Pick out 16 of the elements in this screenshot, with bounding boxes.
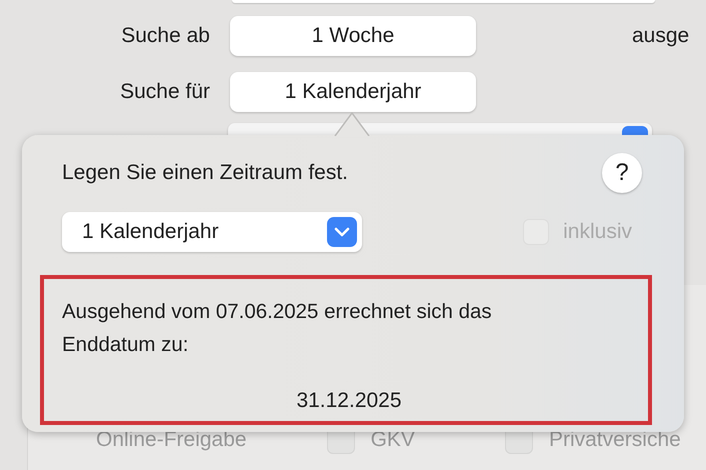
field-label: Suche für [119,80,210,104]
checkbox-label: Privatversiche [548,428,681,452]
popover-title: Legen Sie einen Zeitraum fest. [62,161,348,185]
field-label: Suche ab [120,24,210,48]
result-text: Ausgehend vom 07.06.2025 errechnet sich das Enddatum zu: [62,299,493,358]
option-label: Online-Freigabe [96,428,247,452]
chevron-down-icon [327,217,357,247]
checkbox-label: GKV [370,428,415,452]
popover-arrow [334,112,370,136]
help-button[interactable]: ? [602,153,642,193]
end-date: 31.12.2025 [296,389,402,413]
value-field[interactable]: 1 Woche [230,16,476,56]
value-field[interactable]: 1 Kalenderjahr [230,72,476,112]
period-select[interactable]: 1 Kalenderjahr [62,212,362,252]
checkbox-label: inklusiv [563,220,632,244]
field-label: ausge [632,24,690,48]
